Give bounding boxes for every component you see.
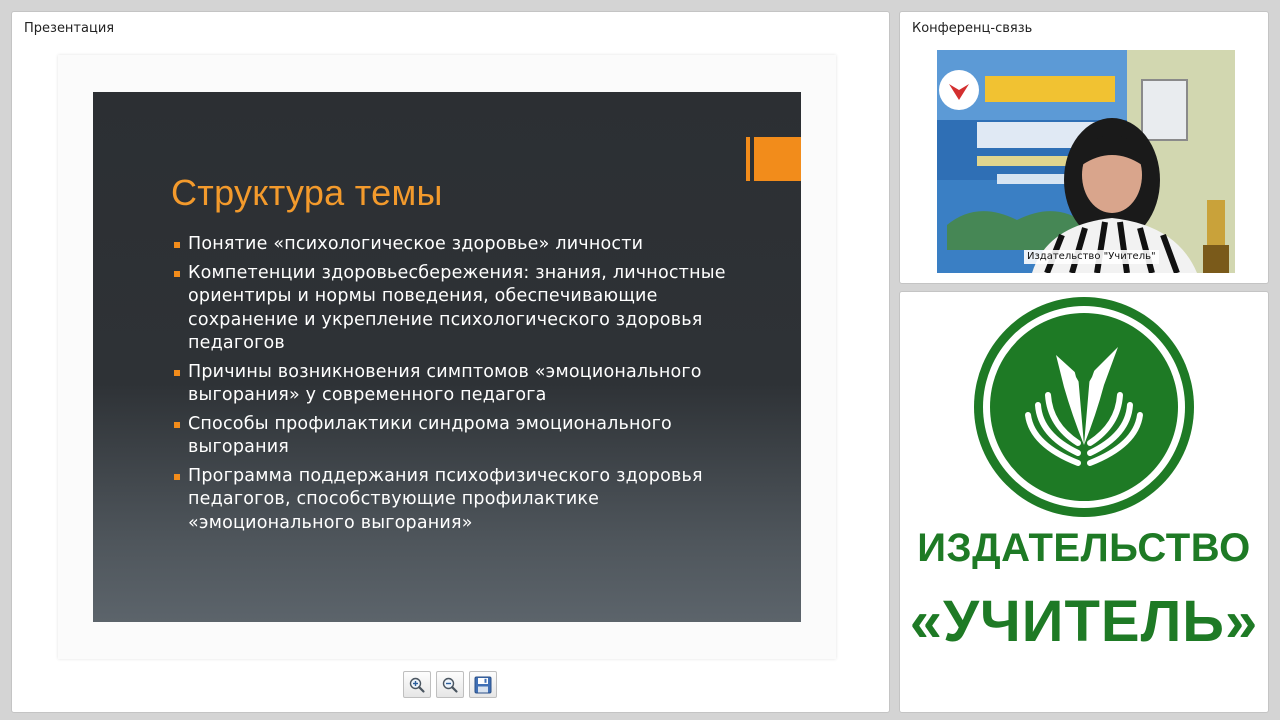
slide-bullet-text: Причины возникновения симптомов «эмоцион… — [188, 361, 702, 406]
save-button[interactable] — [469, 671, 497, 698]
slide-bullet-text: Программа поддержания психофизического з… — [188, 465, 703, 533]
zoom-out-icon — [442, 677, 458, 693]
save-icon — [474, 676, 492, 693]
slide-bullet: Компетенции здоровьесбережения: знания, … — [173, 262, 733, 356]
publisher-name-line1: ИЗДАТЕЛЬСТВО — [917, 526, 1251, 570]
slide-viewport: Структура темы Понятие «психологическое … — [58, 55, 836, 659]
conference-panel: Конференц-связь Издательство "Учитель" — [899, 11, 1269, 284]
bullet-marker-icon — [174, 473, 180, 480]
conference-panel-title: Конференц-связь — [912, 21, 1033, 36]
zoom-in-button[interactable] — [403, 671, 431, 698]
bullet-marker-icon — [174, 421, 180, 428]
presentation-panel: Презентация Структура темы Понятие «псих… — [11, 11, 890, 713]
presentation-panel-title: Презентация — [24, 21, 115, 36]
slide-bullet: Причины возникновения симптомов «эмоцион… — [173, 361, 733, 408]
participant-name-label: Издательство "Учитель" — [1024, 250, 1159, 264]
zoom-out-button[interactable] — [436, 671, 464, 698]
participant-video[interactable]: Издательство "Учитель" — [937, 50, 1235, 273]
slide-bullet: Способы профилактики синдрома эмоциональ… — [173, 413, 733, 460]
slide-bullet-text: Понятие «психологическое здоровье» лично… — [188, 234, 644, 254]
bullet-marker-icon — [174, 270, 180, 277]
slide-title: Структура темы — [171, 172, 443, 213]
slide-bullet-text: Компетенции здоровьесбережения: знания, … — [188, 262, 726, 354]
bullet-marker-icon — [174, 242, 180, 248]
slide-bullet: Программа поддержания психофизического з… — [173, 465, 733, 536]
publisher-name-line2: «УЧИТЕЛЬ» — [909, 589, 1259, 654]
slide-accent-block — [754, 137, 801, 181]
zoom-in-icon — [409, 677, 425, 693]
slide: Структура темы Понятие «психологическое … — [93, 92, 801, 622]
bullet-marker-icon — [174, 369, 180, 376]
publisher-logo-emblem-icon — [974, 297, 1194, 517]
slide-bullet-list: Понятие «психологическое здоровье» лично… — [173, 233, 733, 540]
slide-bullet: Понятие «психологическое здоровье» лично… — [173, 233, 733, 257]
slide-accent-bar — [746, 137, 750, 181]
logo-panel: ИЗДАТЕЛЬСТВО «УЧИТЕЛЬ» — [899, 291, 1269, 713]
video-feed-image — [937, 50, 1235, 273]
slide-bullet-text: Способы профилактики синдрома эмоциональ… — [188, 413, 672, 458]
